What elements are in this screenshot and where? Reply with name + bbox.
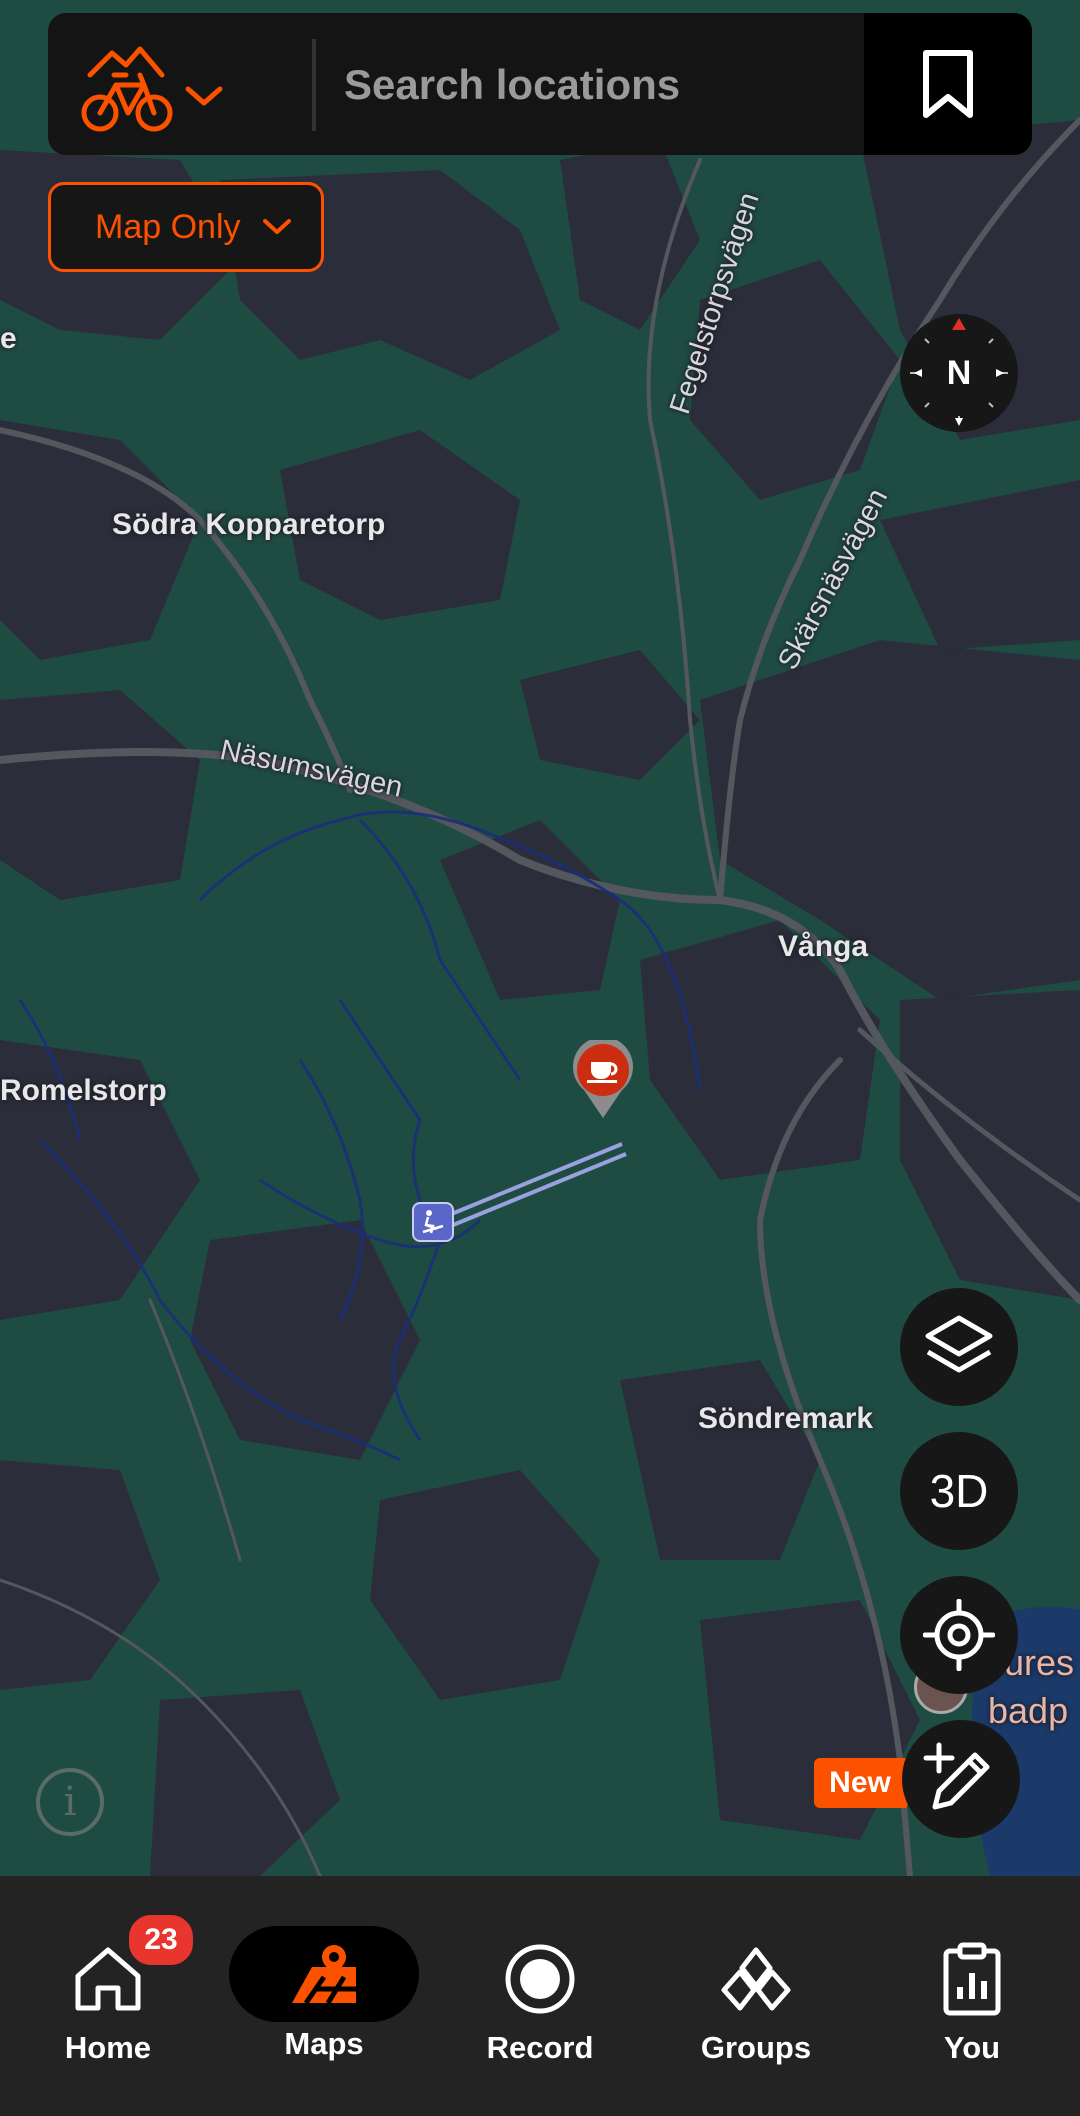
- nav-record[interactable]: Record: [432, 1876, 648, 2116]
- groups-icon: [718, 1934, 794, 2024]
- record-icon: [503, 1934, 577, 2024]
- notification-count-badge: 23: [126, 1912, 196, 1968]
- sport-type-selector[interactable]: [48, 13, 268, 155]
- 3d-toggle-button[interactable]: 3D: [900, 1432, 1018, 1550]
- bottom-navigation: Home 23 Maps Record Groups You: [0, 1876, 1080, 2116]
- search-bar: [48, 13, 1032, 155]
- map-info-icon[interactable]: i: [36, 1768, 104, 1836]
- place-label: Vånga: [778, 930, 869, 963]
- nav-maps-label: Maps: [284, 2026, 364, 2061]
- compass-north-label: N: [946, 353, 972, 392]
- nav-maps[interactable]: Maps: [216, 1876, 432, 2116]
- clipboard-chart-icon: [940, 1934, 1004, 2024]
- map-layers-button[interactable]: [900, 1288, 1018, 1406]
- place-label: Söndremark: [698, 1402, 874, 1435]
- chevron-down-icon: [185, 86, 223, 106]
- chevron-down-icon: [262, 219, 291, 234]
- saved-routes-button[interactable]: [864, 13, 1032, 155]
- my-location-button[interactable]: [900, 1576, 1018, 1694]
- bike-icon: [81, 46, 173, 132]
- nav-groups[interactable]: Groups: [648, 1876, 864, 2116]
- nav-you[interactable]: You: [864, 1876, 1080, 2116]
- divider: [312, 39, 316, 131]
- nav-record-label: Record: [486, 2030, 594, 2065]
- compass-button[interactable]: N: [900, 314, 1018, 432]
- nav-home[interactable]: Home: [0, 1876, 216, 2116]
- place-label: Romelstorp: [0, 1074, 167, 1107]
- create-route-button[interactable]: [902, 1720, 1020, 1838]
- nav-you-label: You: [943, 2030, 1001, 2065]
- cafe-poi-marker[interactable]: [572, 1036, 634, 1120]
- nav-groups-label: Groups: [700, 2030, 812, 2065]
- maps-icon: [229, 1926, 419, 2022]
- map-filter-dropdown[interactable]: Map Only: [48, 182, 324, 272]
- map-filter-label: Map Only: [95, 207, 241, 246]
- place-label: Södra Kopparetorp: [112, 508, 386, 541]
- crosshair-icon: [923, 1599, 995, 1671]
- bookmark-icon: [923, 50, 973, 118]
- layers-icon: [925, 1315, 993, 1373]
- search-input[interactable]: [342, 59, 886, 111]
- nav-home-label: Home: [64, 2030, 152, 2065]
- ski-lift-icon[interactable]: [412, 1202, 454, 1242]
- new-feature-badge: New: [814, 1758, 920, 1808]
- add-edit-icon: [923, 1742, 990, 1810]
- place-label: badp: [988, 1690, 1069, 1731]
- place-label: e: [0, 322, 17, 355]
- new-badge-label: New: [829, 1766, 891, 1799]
- 3d-label: 3D: [929, 1465, 989, 1517]
